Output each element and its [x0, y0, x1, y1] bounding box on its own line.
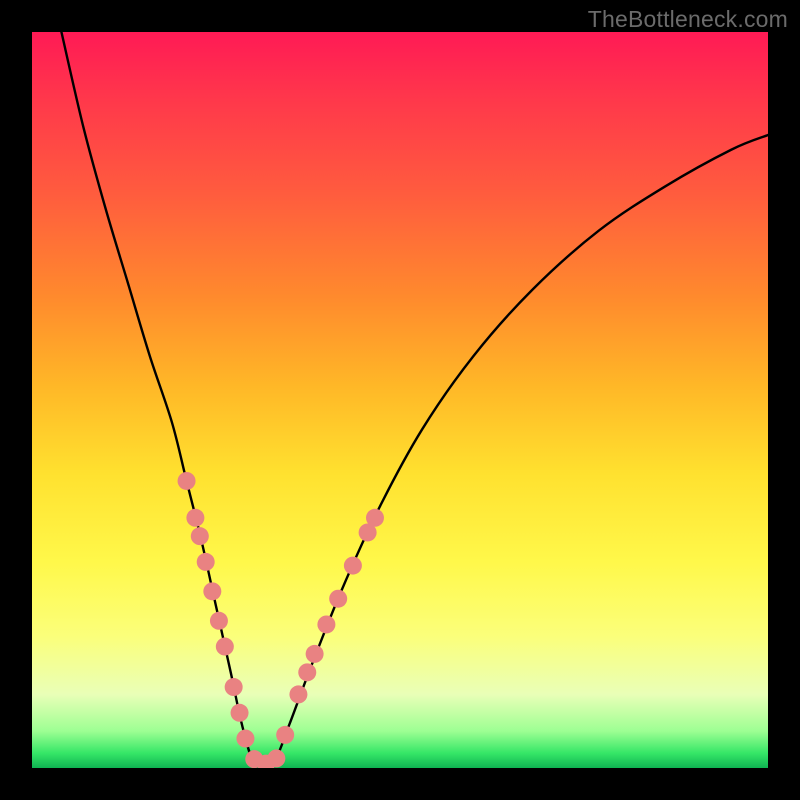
watermark-text: TheBottleneck.com: [588, 6, 788, 33]
gradient-background: [32, 32, 768, 768]
plot-area: [32, 32, 768, 768]
chart-frame: TheBottleneck.com: [0, 0, 800, 800]
